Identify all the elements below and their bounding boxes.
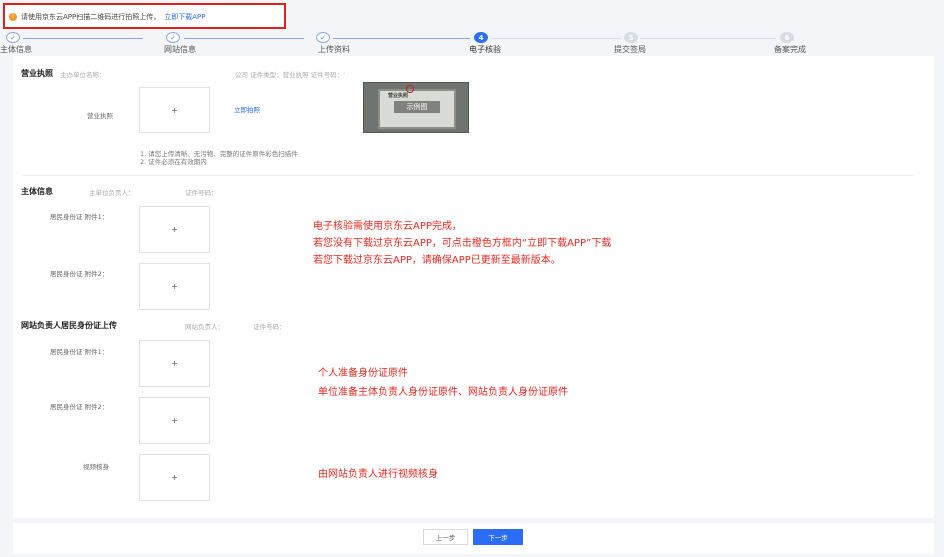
step-6-label: 备案完成 <box>774 45 806 54</box>
notice-highlight-box: ! 请使用京东云APP扫描二维码进行拍照上传， 立即下载APP <box>3 3 286 29</box>
step-2-check-icon: ✓ <box>166 32 180 43</box>
plus-icon: + <box>171 105 178 115</box>
footer-bar: 上一步 下一步 <box>13 523 934 554</box>
section-divider <box>23 175 913 176</box>
license-upload-box[interactable]: + <box>139 87 210 133</box>
step-3-label: 上传资料 <box>318 45 350 54</box>
sample-license-image: 营业执照 示例图 <box>363 82 469 133</box>
step-2-label: 网站信息 <box>164 45 196 54</box>
step-6-number: 6 <box>780 32 794 43</box>
site-owner-section-title: 网站负责人居民身份证上传 <box>21 321 117 330</box>
plus-icon: + <box>171 416 178 425</box>
subject-id2-label: 居民身份证 附件2： <box>50 270 109 278</box>
plus-icon: + <box>171 359 178 368</box>
annotation-line-1: 电子核验需使用京东云APP完成， <box>313 221 462 232</box>
annotation-line-4: 个人准备身份证原件 <box>318 368 408 379</box>
subject-id2-upload-box[interactable]: + <box>139 263 210 310</box>
video-verify-upload-box[interactable]: + <box>139 454 210 501</box>
next-step-button[interactable]: 下一步 <box>473 529 523 545</box>
form-card: 营业执照 主办单位名称： 公司 证件类型：营业执照 证件号码：' 营业执照 + … <box>13 56 934 518</box>
step-connector <box>333 38 470 39</box>
plus-icon: + <box>171 473 178 482</box>
annotation-line-2: 若您没有下载过京东云APP，可点击橙色方框内“立即下载APP”下载 <box>313 238 612 249</box>
license-section-title: 营业执照 <box>21 69 53 78</box>
site-owner-meta-person: 网站负责人： <box>185 323 224 331</box>
video-verify-label: 视频核身 <box>83 463 109 471</box>
subject-id1-upload-box[interactable]: + <box>139 206 210 253</box>
step-connector <box>23 38 143 39</box>
subject-section-title: 主体信息 <box>21 187 53 196</box>
license-note-1: 1. 请您上传清晰、无污物、完整的证件原件彩色扫描件 <box>140 150 298 158</box>
step-1-check-icon: ✓ <box>6 32 20 43</box>
license-meta-rest: 公司 证件类型：营业执照 证件号码：' <box>235 71 345 79</box>
warning-icon: ! <box>9 13 17 21</box>
subject-id1-label: 居民身份证 附件1： <box>50 213 109 221</box>
prev-step-button[interactable]: 上一步 <box>423 529 468 545</box>
license-field-label: 营业执照 <box>87 112 113 120</box>
license-note-2: 2. 证件必须在有效期内 <box>140 158 207 166</box>
shoot-now-link[interactable]: 立即拍照 <box>234 104 260 114</box>
step-4-number: 4 <box>474 32 488 43</box>
license-meta-name: 主办单位名称： <box>60 71 106 79</box>
step-connector <box>640 38 776 39</box>
step-5-label: 提交签局 <box>614 45 646 54</box>
site-owner-id1-label: 居民身份证 附件1： <box>50 348 109 356</box>
annotation-line-5: 单位准备主体负责人身份证原件、网站负责人身份证原件 <box>318 387 568 398</box>
progress-steps: ✓ 主体信息 ✓ 网站信息 ✓ 上传资料 4 电子核验 5 提交签局 6 备案完… <box>0 32 944 56</box>
subject-meta-id: 证件号码： <box>185 189 218 197</box>
sample-doc-title: 营业执照 <box>388 93 409 99</box>
annotation-block-2: 个人准备身份证原件 单位准备主体负责人身份证原件、网站负责人身份证原件 <box>318 364 568 402</box>
site-owner-id2-label: 居民身份证 附件2： <box>50 403 109 411</box>
sample-tag: 示例图 <box>394 101 440 113</box>
step-connector <box>490 38 622 39</box>
step-connector <box>184 38 304 39</box>
annotation-block-3: 由网站负责人进行视频核身 <box>318 469 438 480</box>
plus-icon: + <box>171 225 178 234</box>
step-4-label: 电子核验 <box>469 45 501 54</box>
notice-text: 请使用京东云APP扫描二维码进行拍照上传， <box>21 13 161 21</box>
annotation-block-1: 电子核验需使用京东云APP完成， 若您没有下载过京东云APP，可点击橙色方框内“… <box>313 218 611 269</box>
step-1-label: 主体信息 <box>0 45 32 54</box>
step-3-check-icon: ✓ <box>316 32 330 43</box>
site-owner-meta-id: 证件号码： <box>253 323 286 331</box>
notice-bar: ! 请使用京东云APP扫描二维码进行拍照上传， 立即下载APP <box>9 10 205 24</box>
plus-icon: + <box>171 282 178 291</box>
step-5-number: 5 <box>624 32 638 43</box>
annotation-line-3: 若您下载过京东云APP，请确保APP已更新至最新版本。 <box>313 255 561 266</box>
site-owner-id1-upload-box[interactable]: + <box>139 340 210 387</box>
download-app-link[interactable]: 立即下载APP <box>164 12 205 22</box>
license-notes: 1. 请您上传清晰、无污物、完整的证件原件彩色扫描件 2. 证件必须在有效期内 <box>140 150 298 166</box>
site-owner-id2-upload-box[interactable]: + <box>139 397 210 444</box>
subject-meta-person: 主单位负责人： <box>89 189 135 197</box>
